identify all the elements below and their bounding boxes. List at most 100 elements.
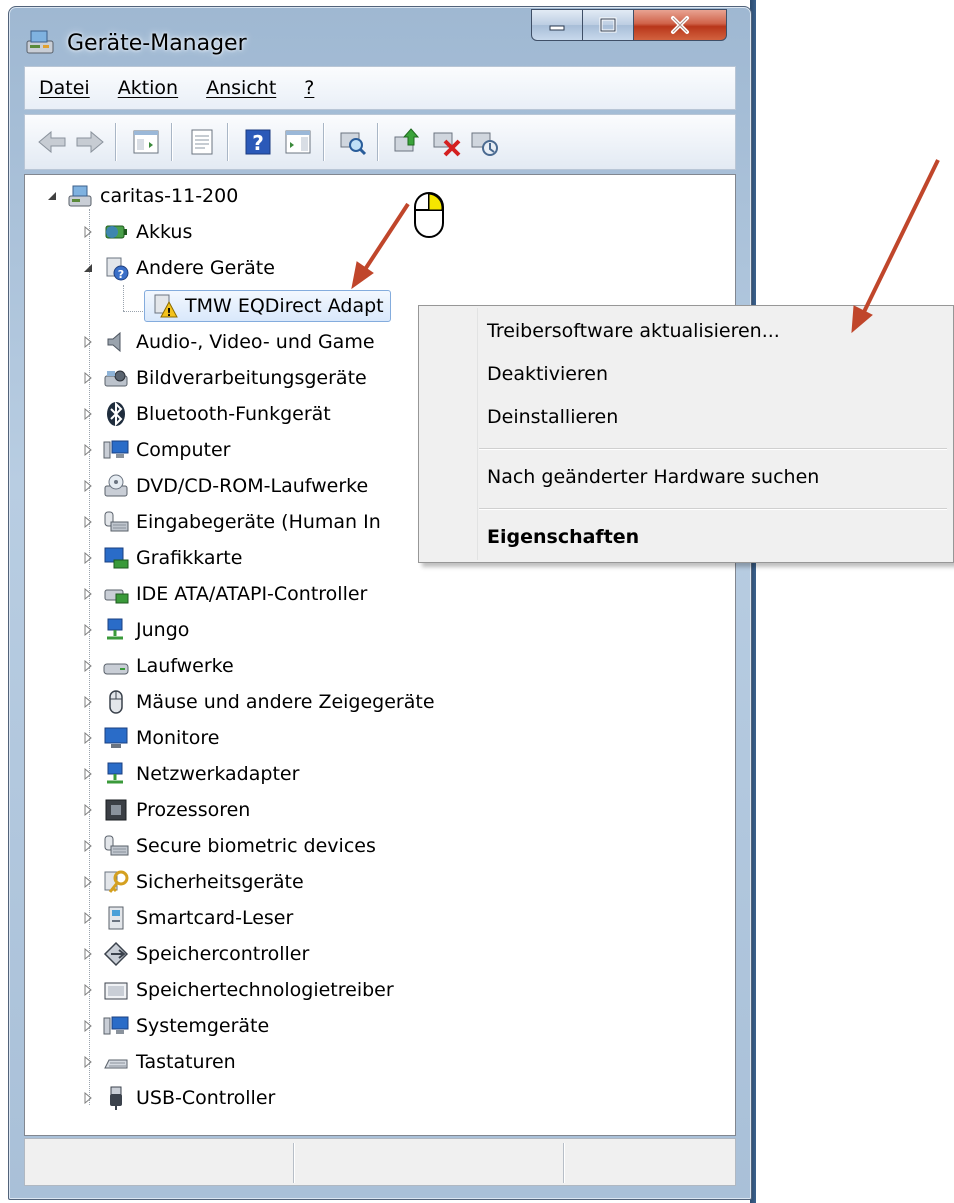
expand-triangle-icon[interactable] bbox=[80, 766, 96, 782]
expand-triangle-icon[interactable] bbox=[80, 730, 96, 746]
tree-item-andere-geraete[interactable]: ? Andere Geräte bbox=[80, 252, 275, 284]
tree-root-label: caritas-11-200 bbox=[100, 185, 239, 207]
tree-item-speichercontroller[interactable]: Speichercontroller bbox=[80, 938, 309, 970]
optical-drive-icon bbox=[104, 474, 128, 497]
ctx-scan-hardware[interactable]: Nach geänderter Hardware suchen bbox=[487, 466, 819, 488]
tree-item-label: Andere Geräte bbox=[136, 257, 275, 279]
tree-item-secure-biometric[interactable]: Secure biometric devices bbox=[80, 830, 376, 862]
tree-item-label: Bluetooth-Funkgerät bbox=[136, 403, 331, 425]
computer-host-icon bbox=[68, 185, 92, 207]
tree-item-label: Akkus bbox=[136, 221, 193, 243]
title-bar[interactable]: Geräte-Manager bbox=[9, 7, 751, 69]
tree-item-speichertechnologietreiber[interactable]: Speichertechnologietreiber bbox=[80, 974, 394, 1006]
ctx-disable[interactable]: Deaktivieren bbox=[487, 363, 608, 385]
ctx-update-driver[interactable]: Treibersoftware aktualisieren... bbox=[487, 320, 780, 342]
toolbar-separator bbox=[171, 123, 172, 161]
expand-triangle-icon[interactable] bbox=[80, 406, 96, 422]
tree-item-label: Sicherheitsgeräte bbox=[136, 871, 304, 893]
expand-triangle-icon[interactable] bbox=[80, 550, 96, 566]
tree-item-prozessoren[interactable]: Prozessoren bbox=[80, 794, 250, 826]
tree-item-ide-ata[interactable]: IDE ATA/ATAPI-Controller bbox=[80, 578, 367, 610]
tree-item-tastaturen[interactable]: Tastaturen bbox=[80, 1046, 236, 1078]
tree-item-label: DVD/CD-ROM-Laufwerke bbox=[136, 475, 369, 497]
back-icon[interactable] bbox=[35, 125, 69, 159]
menu-action[interactable]: Aktion bbox=[118, 77, 178, 99]
expand-triangle-icon[interactable] bbox=[80, 514, 96, 530]
expand-triangle-icon[interactable] bbox=[80, 1054, 96, 1070]
expand-triangle-icon[interactable] bbox=[80, 442, 96, 458]
expand-triangle-icon[interactable] bbox=[80, 982, 96, 998]
expand-triangle-icon[interactable] bbox=[80, 622, 96, 638]
tree-item-smartcard-leser[interactable]: Smartcard-Leser bbox=[80, 902, 293, 934]
scan-hardware-icon[interactable] bbox=[335, 125, 369, 159]
tree-item-monitore[interactable]: Monitore bbox=[80, 722, 220, 754]
tree-item-label: Mäuse und andere Zeigegeräte bbox=[136, 691, 435, 713]
tree-item-netzwerkadapter[interactable]: Netzwerkadapter bbox=[80, 758, 299, 790]
tree-item-systemgeraete[interactable]: Systemgeräte bbox=[80, 1010, 269, 1042]
ctx-properties[interactable]: Eigenschaften bbox=[487, 526, 639, 548]
update-driver-icon[interactable] bbox=[389, 125, 423, 159]
action-pane-icon[interactable] bbox=[281, 125, 315, 159]
collapse-triangle-icon[interactable] bbox=[80, 260, 96, 276]
expand-triangle-icon[interactable] bbox=[80, 658, 96, 674]
tree-root[interactable]: caritas-11-200 bbox=[44, 180, 238, 212]
collapse-triangle-icon[interactable] bbox=[44, 188, 60, 204]
tree-item-akkus[interactable]: Akkus bbox=[80, 216, 192, 248]
bluetooth-icon bbox=[107, 401, 125, 427]
expand-triangle-icon[interactable] bbox=[80, 1018, 96, 1034]
tree-item-jungo[interactable]: Jungo bbox=[80, 614, 189, 646]
tree-item-computer[interactable]: Computer bbox=[80, 434, 230, 466]
tree-item-dvd-cdrom[interactable]: DVD/CD-ROM-Laufwerke bbox=[80, 470, 368, 502]
expand-triangle-icon[interactable] bbox=[80, 224, 96, 240]
svg-text:?: ? bbox=[252, 131, 264, 155]
maximize-button[interactable] bbox=[583, 9, 634, 41]
tree-item-label: Speichercontroller bbox=[136, 943, 310, 965]
tree-item-label: Secure biometric devices bbox=[136, 835, 376, 857]
toolbar-separator bbox=[227, 123, 228, 161]
properties-icon[interactable] bbox=[185, 125, 219, 159]
tree-item-eingabegeraete[interactable]: Eingabegeräte (Human In bbox=[80, 506, 381, 538]
ctx-separator bbox=[479, 508, 947, 509]
svg-text:?: ? bbox=[118, 268, 124, 281]
expand-triangle-icon[interactable] bbox=[80, 478, 96, 494]
expand-triangle-icon[interactable] bbox=[80, 694, 96, 710]
menu-view[interactable]: Ansicht bbox=[206, 77, 276, 99]
tree-item-label: Jungo bbox=[136, 619, 190, 641]
tree-item-bildverarbeitung[interactable]: Bildverarbeitungsgeräte bbox=[80, 362, 367, 394]
ctx-uninstall[interactable]: Deinstallieren bbox=[487, 406, 618, 428]
expand-triangle-icon[interactable] bbox=[80, 1090, 96, 1106]
processor-icon bbox=[105, 799, 127, 821]
expand-triangle-icon[interactable] bbox=[80, 838, 96, 854]
expand-triangle-icon[interactable] bbox=[80, 586, 96, 602]
keyboard-icon bbox=[104, 1059, 128, 1069]
usb-icon bbox=[110, 1086, 122, 1110]
expand-triangle-icon[interactable] bbox=[80, 910, 96, 926]
close-button[interactable] bbox=[634, 9, 727, 41]
tree-item-usb-controller[interactable]: USB-Controller bbox=[80, 1082, 275, 1114]
menu-file[interactable]: Datei bbox=[39, 77, 90, 99]
svg-text:!: ! bbox=[166, 306, 171, 319]
tree-item-tmw-eqdirect-adapter[interactable]: ! TMW EQDirect Adapt bbox=[144, 290, 391, 322]
tree-item-bluetooth[interactable]: Bluetooth-Funkgerät bbox=[80, 398, 331, 430]
expand-triangle-icon[interactable] bbox=[80, 802, 96, 818]
tree-item-laufwerke[interactable]: Laufwerke bbox=[80, 650, 234, 682]
uninstall-icon[interactable] bbox=[429, 125, 463, 159]
status-divider bbox=[563, 1143, 564, 1183]
help-icon[interactable]: ? bbox=[241, 125, 275, 159]
tree-item-audio-video-game[interactable]: Audio-, Video- und Game bbox=[80, 326, 375, 358]
menu-bar: Datei Aktion Ansicht ? bbox=[24, 66, 736, 110]
expand-triangle-icon[interactable] bbox=[80, 334, 96, 350]
expand-triangle-icon[interactable] bbox=[80, 946, 96, 962]
memory-technology-icon bbox=[104, 982, 128, 1000]
expand-triangle-icon[interactable] bbox=[80, 370, 96, 386]
tree-item-grafikkarte[interactable]: Grafikkarte bbox=[80, 542, 242, 574]
expand-triangle-icon[interactable] bbox=[80, 874, 96, 890]
menu-help[interactable]: ? bbox=[304, 77, 314, 99]
minimize-button[interactable] bbox=[531, 9, 583, 41]
tree-item-label: USB-Controller bbox=[136, 1087, 276, 1109]
forward-icon[interactable] bbox=[73, 125, 107, 159]
disable-icon[interactable] bbox=[467, 125, 501, 159]
console-tree-icon[interactable] bbox=[129, 125, 163, 159]
tree-item-sicherheitsgeraete[interactable]: Sicherheitsgeräte bbox=[80, 866, 304, 898]
tree-item-maeuse[interactable]: Mäuse und andere Zeigegeräte bbox=[80, 686, 435, 718]
